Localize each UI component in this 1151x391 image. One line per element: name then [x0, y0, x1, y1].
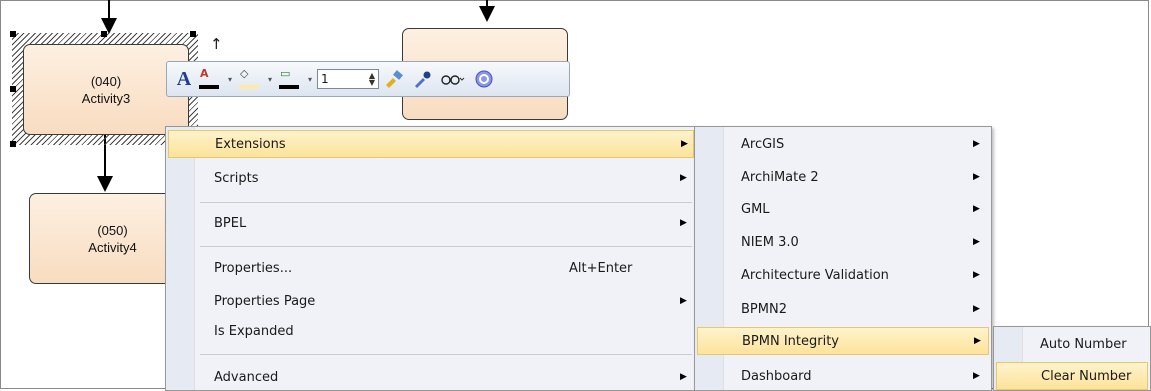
- menu-item-label: Clear Number: [1041, 368, 1132, 384]
- submenu-arrow-icon: ▶: [973, 304, 980, 314]
- submenu-arrow-icon: ▶: [973, 371, 980, 381]
- submenu-arrow-icon: ▶: [973, 204, 980, 214]
- style-toolbar: A A ▾ ◇ ▾ ▭ ▾ 1 ▲ ▼: [166, 61, 570, 97]
- menu-item-properties-page[interactable]: Properties Page ▶: [168, 287, 694, 315]
- menu-item-label: BPEL: [214, 215, 247, 231]
- menu-item-label: Dashboard: [741, 368, 812, 384]
- resize-handle[interactable]: [10, 31, 16, 37]
- activity-name: Activity4: [88, 239, 137, 255]
- menu-item-label: BPMN Integrity: [742, 333, 839, 349]
- line-color-icon[interactable]: ▭: [277, 67, 303, 91]
- submenu-arrow-icon: ▶: [680, 372, 687, 382]
- menu-item-label: Properties...: [214, 260, 293, 276]
- menu-separator: [200, 202, 692, 203]
- menu-item-label: GML: [741, 201, 770, 217]
- menu-item-advanced[interactable]: Advanced ▶: [168, 363, 694, 391]
- activity-node[interactable]: (040) Activity3: [23, 44, 189, 135]
- submenu-arrow-icon: ▶: [973, 139, 980, 149]
- context-menu: Extensions ▶ Scripts ▶ BPEL ▶ Properties…: [165, 126, 697, 391]
- menu-item-scripts[interactable]: Scripts ▶: [168, 164, 694, 192]
- submenu-arrow-icon: ▶: [680, 296, 687, 306]
- submenu-arrow-icon: ▶: [680, 218, 687, 228]
- font-color-glyph: A: [200, 67, 209, 80]
- quick-link-arrow-icon[interactable]: ↑: [210, 37, 223, 52]
- line-color-bar: [279, 85, 299, 89]
- activity-number: (050): [97, 222, 128, 238]
- connector-arrowhead: [479, 6, 495, 22]
- menu-item-dashboard[interactable]: Dashboard ▶: [697, 362, 989, 390]
- menu-item-bpmn2[interactable]: BPMN2 ▶: [697, 295, 989, 323]
- menu-item-label: Is Expanded: [214, 323, 294, 339]
- fill-color-icon[interactable]: ◇: [237, 67, 263, 91]
- connector-arrowhead: [97, 176, 113, 192]
- font-color-icon[interactable]: A: [197, 67, 223, 91]
- menu-item-niem-3[interactable]: NIEM 3.0 ▶: [697, 228, 989, 256]
- fill-color-glyph: ◇: [240, 67, 249, 80]
- menu-item-label: Properties Page: [214, 293, 316, 309]
- font-icon[interactable]: A: [173, 67, 195, 91]
- submenu-arrow-icon: ▶: [973, 172, 980, 182]
- submenu-arrow-icon: ▶: [974, 336, 981, 346]
- line-width-stepper[interactable]: 1 ▲ ▼: [317, 69, 379, 89]
- menu-item-gml[interactable]: GML ▶: [697, 195, 989, 223]
- menu-item-auto-number[interactable]: Auto Number: [996, 330, 1148, 358]
- bpmn-integrity-submenu: Auto Number Clear Number: [993, 326, 1151, 391]
- menu-item-label: NIEM 3.0: [741, 234, 799, 250]
- menu-item-label: ArcGIS: [741, 136, 785, 152]
- chevron-down-icon[interactable]: ▾: [265, 67, 275, 91]
- fill-color-bar: [239, 85, 259, 89]
- menu-item-clear-number[interactable]: Clear Number: [996, 362, 1148, 390]
- menu-item-label: Advanced: [214, 369, 279, 385]
- help-icon[interactable]: [471, 67, 497, 91]
- submenu-arrow-icon: ▶: [681, 139, 688, 149]
- menu-item-bpel[interactable]: BPEL ▶: [168, 209, 694, 237]
- menu-item-label: Scripts: [214, 170, 259, 186]
- line-color-glyph: ▭: [280, 67, 291, 80]
- extensions-submenu: ArcGIS ▶ ArchiMate 2 ▶ GML ▶ NIEM 3.0 ▶ …: [694, 126, 992, 391]
- view-options-icon[interactable]: [437, 67, 469, 91]
- activity-number: (040): [90, 73, 122, 89]
- menu-separator: [200, 246, 692, 247]
- format-painter-icon[interactable]: [381, 67, 407, 91]
- submenu-arrow-icon: ▶: [973, 237, 980, 247]
- menu-item-shortcut: Alt+Enter: [569, 260, 633, 276]
- menu-item-label: Architecture Validation: [741, 267, 889, 283]
- menu-item-arcgis[interactable]: ArcGIS ▶: [697, 130, 989, 158]
- resize-handle[interactable]: [10, 141, 16, 147]
- menu-item-properties[interactable]: Properties... Alt+Enter: [168, 254, 694, 282]
- resize-handle[interactable]: [101, 31, 107, 37]
- line-width-value: 1: [321, 72, 329, 86]
- menu-item-archimate-2[interactable]: ArchiMate 2 ▶: [697, 163, 989, 191]
- resize-handle[interactable]: [10, 86, 16, 92]
- menu-item-is-expanded[interactable]: Is Expanded: [168, 317, 694, 345]
- chevron-down-icon[interactable]: ▾: [305, 67, 315, 91]
- submenu-arrow-icon: ▶: [973, 270, 980, 280]
- menu-item-label: BPMN2: [741, 301, 787, 317]
- activity-name: Activity3: [81, 90, 131, 106]
- menu-item-label: ArchiMate 2: [741, 169, 819, 185]
- chevron-down-icon[interactable]: ▾: [225, 67, 235, 91]
- menu-separator: [200, 354, 692, 355]
- submenu-arrow-icon: ▶: [680, 173, 687, 183]
- menu-item-label: Extensions: [215, 136, 286, 152]
- stepper-arrows-icon[interactable]: ▲ ▼: [369, 72, 375, 87]
- menu-item-architecture-validation[interactable]: Architecture Validation ▶: [697, 261, 989, 289]
- dropper-icon[interactable]: [409, 67, 435, 91]
- menu-item-label: Auto Number: [1040, 336, 1127, 352]
- font-color-bar: [199, 85, 219, 89]
- menu-item-extensions[interactable]: Extensions ▶: [168, 130, 694, 158]
- resize-handle[interactable]: [190, 31, 196, 37]
- menu-item-bpmn-integrity[interactable]: BPMN Integrity ▶: [697, 327, 989, 355]
